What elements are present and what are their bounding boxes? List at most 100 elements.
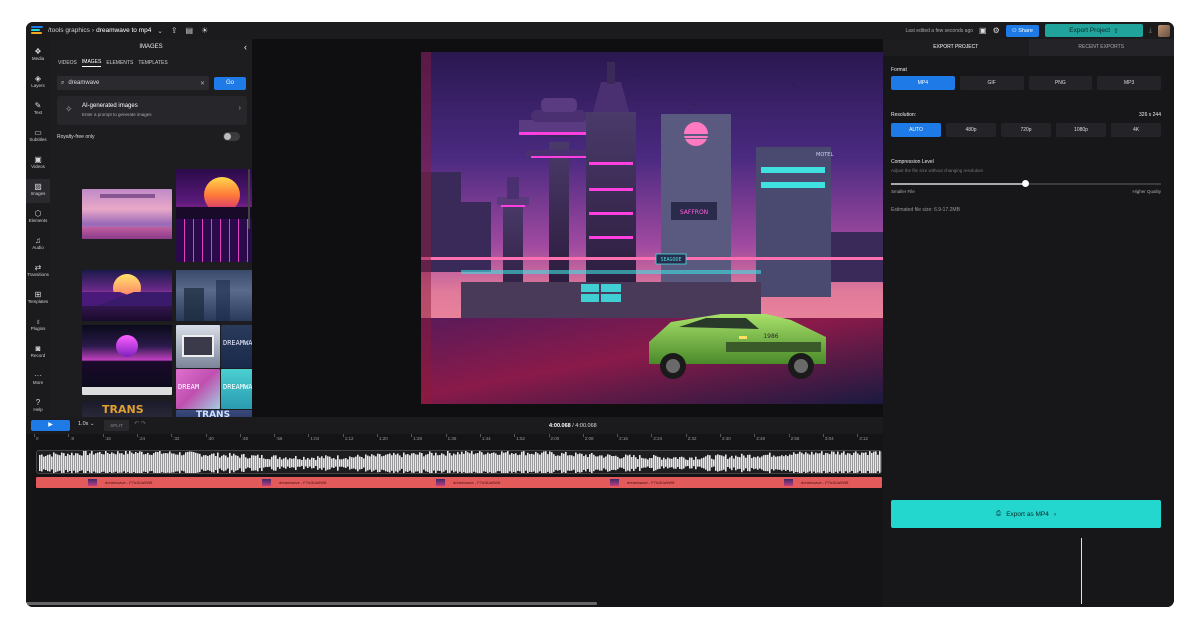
ruler-label: 1:04 bbox=[310, 436, 320, 441]
waveform-bar bbox=[101, 453, 103, 473]
rail-item-images[interactable]: ▨ Images bbox=[26, 179, 50, 203]
video-clip-track[interactable]: dreamwave - F7lc3Ua9W8 dreamwave - F7lc3U… bbox=[36, 477, 882, 488]
share-button[interactable]: ⚇ Share bbox=[1005, 24, 1039, 37]
image-result[interactable]: DREAMWAVE bbox=[221, 325, 252, 368]
tab-recent-exports[interactable]: RECENT EXPORTS bbox=[1028, 39, 1174, 56]
project-name[interactable]: dreamwave to mp4 bbox=[96, 27, 151, 34]
rail-item-help[interactable]: ? Help bbox=[26, 395, 50, 419]
rail-item-transitions[interactable]: ⇄ Transitions bbox=[26, 260, 50, 284]
rail-item-videos[interactable]: ▣ Videos bbox=[26, 152, 50, 176]
collapse-panel-icon[interactable]: ‹ bbox=[244, 39, 247, 56]
play-button[interactable]: ▶ bbox=[31, 420, 70, 431]
chevron-down-icon[interactable]: ⌄ bbox=[157, 27, 162, 35]
image-result[interactable] bbox=[82, 270, 172, 321]
waveform-bar bbox=[205, 455, 207, 471]
search-input[interactable]: ⌕ dreamwave ✕ bbox=[57, 76, 209, 90]
comment-icon[interactable]: ▤ bbox=[186, 26, 194, 35]
image-result[interactable] bbox=[176, 169, 252, 262]
rail-item-media[interactable]: ❖ Media bbox=[26, 44, 50, 68]
timeline-scrollbar[interactable] bbox=[26, 602, 597, 605]
tab-templates[interactable]: TEMPLATES bbox=[138, 60, 167, 66]
gear-icon[interactable]: ⚙ bbox=[993, 26, 1000, 35]
tab-videos[interactable]: VIDEOS bbox=[58, 60, 77, 66]
rail-item-audio[interactable]: ♫ Audio bbox=[26, 233, 50, 257]
image-result[interactable]: TRANS bbox=[176, 410, 252, 417]
resolution-1080p-button[interactable]: 1080p bbox=[1056, 123, 1106, 137]
video-canvas[interactable]: SAFFRON MOTEL SEAGODE 1986 ⌃ ⌃ ⌃ bbox=[421, 52, 883, 404]
waveform-bar bbox=[763, 455, 765, 471]
clip-item[interactable]: dreamwave - F7lc3Ua9W8 bbox=[784, 477, 848, 488]
comments-icon[interactable]: ▣ bbox=[979, 26, 987, 35]
image-result[interactable] bbox=[176, 325, 220, 368]
waveform-bar bbox=[307, 457, 309, 469]
export-as-mp4-button[interactable]: ⎙ Export as MP4 › bbox=[891, 500, 1161, 528]
clip-item[interactable]: dreamwave - F7lc3Ua9W8 bbox=[262, 477, 326, 488]
rail-item-layers[interactable]: ◈ Layers bbox=[26, 71, 50, 95]
waveform-bar bbox=[865, 452, 867, 473]
playback-speed[interactable]: 1.0x ⌄ bbox=[78, 421, 95, 427]
image-result[interactable] bbox=[82, 325, 172, 395]
go-button[interactable]: Go bbox=[214, 76, 246, 90]
resolution-auto-button[interactable]: AUTO bbox=[891, 123, 941, 137]
image-result[interactable] bbox=[82, 189, 172, 239]
ruler-tick bbox=[411, 434, 413, 437]
image-result[interactable]: DREAM bbox=[176, 369, 220, 409]
clip-item[interactable]: dreamwave - F7lc3Ua9W8 bbox=[610, 477, 674, 488]
format-png-button[interactable]: PNG bbox=[1028, 76, 1093, 90]
waveform-bar bbox=[251, 455, 253, 471]
waveform-bar bbox=[213, 453, 215, 473]
format-mp4-button[interactable]: MP4 bbox=[891, 76, 955, 90]
ai-images-card[interactable]: ✧ AI-generated images Enter a prompt to … bbox=[57, 96, 247, 125]
rail-item-text[interactable]: ✎ Text bbox=[26, 98, 50, 122]
image-result[interactable] bbox=[176, 270, 252, 321]
chevron-right-icon: › bbox=[238, 105, 241, 112]
royalty-free-toggle[interactable] bbox=[223, 132, 240, 141]
clip-item[interactable]: dreamwave - F7lc3Ua9W8 bbox=[436, 477, 500, 488]
rail-item-plugins[interactable]: ♁ Plugins bbox=[26, 314, 50, 338]
panel-scrollbar[interactable] bbox=[248, 169, 250, 229]
waveform-bar bbox=[143, 454, 145, 472]
image-result[interactable]: DREAMWAVE bbox=[221, 369, 252, 409]
waveform-bar bbox=[301, 459, 303, 467]
waveform-bar bbox=[799, 451, 801, 473]
lightbulb-icon[interactable]: ☀ bbox=[201, 26, 208, 35]
resolution-720p-button[interactable]: 720p bbox=[1001, 123, 1051, 137]
audio-waveform-track[interactable] bbox=[36, 450, 882, 474]
waveform-bar bbox=[693, 459, 695, 467]
audio-icon: ♫ bbox=[35, 236, 41, 245]
waveform-bar bbox=[635, 457, 637, 469]
timeline-ruler[interactable]: 0:8:16:24:32:40:48:56 1:04 1:12 1:20 1:28 1:3… bbox=[34, 434, 883, 445]
avatar[interactable] bbox=[1158, 24, 1170, 37]
waveform-bar bbox=[73, 455, 75, 471]
upload-icon[interactable]: ⇪ bbox=[171, 26, 178, 35]
rail-item-elements[interactable]: ⬡ Elements bbox=[26, 206, 50, 230]
resolution-480p-button[interactable]: 480p bbox=[946, 123, 996, 137]
rail-item-more[interactable]: ··· More bbox=[26, 368, 50, 392]
clip-item[interactable]: dreamwave - F7lc3Ua9W8 bbox=[88, 477, 152, 488]
waveform-bar bbox=[187, 451, 189, 473]
waveform-bar bbox=[627, 455, 629, 471]
clear-icon[interactable]: ✕ bbox=[200, 80, 205, 87]
waveform-bar bbox=[191, 451, 193, 473]
waveform-bar bbox=[237, 455, 239, 471]
waveform-bar bbox=[123, 454, 125, 472]
rail-item-record[interactable]: ◙ Record bbox=[26, 341, 50, 365]
tab-export-project[interactable]: EXPORT PROJECT bbox=[883, 39, 1029, 56]
tab-images[interactable]: IMAGES bbox=[81, 59, 102, 67]
tab-elements[interactable]: ELEMENTS bbox=[106, 60, 133, 66]
waveform-bar bbox=[529, 454, 531, 472]
image-result[interactable]: TRANS bbox=[82, 401, 172, 417]
waveform-bar bbox=[737, 456, 739, 470]
app-logo[interactable] bbox=[31, 26, 43, 35]
breadcrumb-root[interactable]: /tools graphics bbox=[48, 27, 90, 34]
download-icon[interactable]: ⤓ bbox=[1149, 27, 1152, 35]
split-button[interactable]: SPLIT bbox=[104, 420, 129, 431]
rail-item-subtitles[interactable]: ▭ Subtitles bbox=[26, 125, 50, 149]
resolution-4k-button[interactable]: 4K bbox=[1111, 123, 1161, 137]
rail-item-templates[interactable]: ⊞ Templates bbox=[26, 287, 50, 311]
format-gif-button[interactable]: GIF bbox=[959, 76, 1024, 90]
export-project-button[interactable]: Export Project ⇧ bbox=[1044, 24, 1143, 37]
compression-slider-thumb[interactable] bbox=[1022, 180, 1029, 187]
format-mp3-button[interactable]: MP3 bbox=[1097, 76, 1161, 90]
undo-icon[interactable]: ↶ ↷ bbox=[134, 420, 146, 427]
